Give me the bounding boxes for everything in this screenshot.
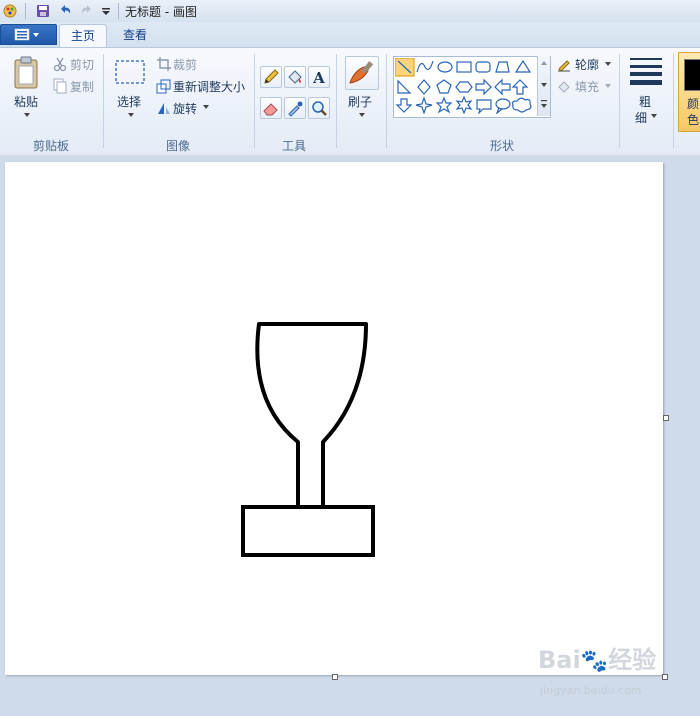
tab-home[interactable]: 主页: [59, 24, 107, 47]
tools-group-label: 工具: [282, 139, 307, 153]
outline-icon[interactable]: [556, 56, 572, 72]
watermark-brand-2: 经验: [608, 646, 657, 674]
text-tool[interactable]: A: [308, 66, 330, 88]
save-icon[interactable]: [35, 3, 51, 19]
group-separator: [254, 54, 255, 148]
outline-dropdown-icon[interactable]: [604, 61, 612, 67]
tab-home-label: 主页: [70, 29, 95, 43]
image-group-label: 图像: [166, 139, 191, 153]
svg-text:A: A: [312, 69, 325, 87]
shapes-grid: [395, 58, 532, 114]
group-separator: [619, 54, 620, 148]
eraser-tool[interactable]: [260, 97, 282, 119]
size-label-2[interactable]: 细: [635, 109, 647, 126]
crop-icon[interactable]: [156, 56, 172, 72]
cut-icon[interactable]: [52, 56, 68, 72]
pencil-tool[interactable]: [260, 66, 282, 88]
group-separator: [386, 54, 387, 148]
size-dropdown-icon[interactable]: [650, 113, 658, 119]
clipboard-group-label: 剪贴板: [33, 139, 70, 153]
goblet-drawing: [241, 322, 375, 557]
color1-swatch: [684, 59, 700, 91]
rotate-dropdown-icon[interactable]: [202, 104, 210, 110]
tab-view[interactable]: 查看: [112, 24, 158, 46]
menu-icon: [14, 28, 39, 41]
title-bar: 无标题 - 画图: [0, 0, 700, 22]
brushes-button[interactable]: [345, 56, 379, 90]
magnifier-icon: [312, 101, 327, 116]
select-dropdown-icon[interactable]: [127, 112, 135, 118]
color1-button[interactable]: 颜 色: [678, 52, 700, 132]
drawing-canvas[interactable]: [5, 162, 663, 675]
select-icon[interactable]: [114, 58, 146, 86]
rotate-label[interactable]: 旋转: [173, 100, 197, 117]
color1-label-2: 色: [687, 113, 700, 127]
paste-icon[interactable]: [12, 56, 42, 90]
redo-icon[interactable]: [79, 3, 95, 19]
group-separator: [336, 54, 337, 148]
resize-icon[interactable]: [156, 78, 172, 94]
canvas-resize-handle-corner[interactable]: [662, 674, 668, 680]
group-separator: [103, 54, 104, 148]
eraser-icon: [263, 103, 278, 116]
eyedropper-icon: [288, 101, 303, 117]
copy-icon[interactable]: [52, 78, 68, 94]
watermark-brand: Bai: [538, 646, 581, 674]
fill-label[interactable]: 填充: [575, 78, 599, 95]
customize-qat-icon[interactable]: [98, 3, 114, 19]
tab-view-label: 查看: [122, 28, 147, 42]
shapes-scroll[interactable]: [537, 56, 550, 116]
outline-label[interactable]: 轮廓: [575, 56, 599, 73]
paste-label[interactable]: 粘贴: [14, 93, 38, 110]
shapes-group-label: 形状: [490, 139, 515, 153]
copy-label[interactable]: 复制: [70, 78, 94, 95]
undo-icon[interactable]: [57, 3, 73, 19]
paint-bucket-icon: [288, 70, 302, 84]
select-label[interactable]: 选择: [117, 93, 141, 110]
watermark: Bai🐾经验: [538, 640, 656, 675]
fill-icon[interactable]: [556, 78, 572, 94]
rotate-icon[interactable]: [156, 100, 172, 116]
brushes-label[interactable]: 刷子: [348, 93, 372, 110]
paste-dropdown-icon[interactable]: [23, 112, 31, 118]
fill-dropdown-icon[interactable]: [604, 83, 612, 89]
fill-tool[interactable]: [284, 66, 306, 88]
size-label-1[interactable]: 粗: [639, 93, 651, 110]
cut-label[interactable]: 剪切: [70, 56, 94, 73]
paint-menu-button[interactable]: [0, 24, 57, 45]
watermark-url: jingyan.baidu.com: [540, 684, 642, 697]
crop-label[interactable]: 裁剪: [173, 56, 197, 73]
line-size-icon[interactable]: [628, 56, 664, 88]
brushes-dropdown-icon[interactable]: [358, 112, 366, 118]
group-separator: [673, 54, 674, 148]
brush-icon: [349, 61, 374, 84]
color1-label-1: 颜: [687, 97, 700, 111]
color-picker-tool[interactable]: [284, 97, 306, 119]
text-icon: A: [312, 69, 325, 87]
canvas-resize-handle-bottom[interactable]: [332, 674, 338, 680]
shapes-scroll-arrows-icon: [541, 61, 547, 108]
canvas-resize-handle-right[interactable]: [663, 415, 669, 421]
magnifier-tool[interactable]: [308, 97, 330, 119]
pencil-icon: [264, 69, 279, 84]
paw-icon: 🐾: [580, 649, 609, 674]
window-title: 无标题 - 画图: [125, 5, 197, 19]
resize-label[interactable]: 重新调整大小: [173, 78, 245, 95]
paint-app-icon[interactable]: [2, 3, 18, 19]
